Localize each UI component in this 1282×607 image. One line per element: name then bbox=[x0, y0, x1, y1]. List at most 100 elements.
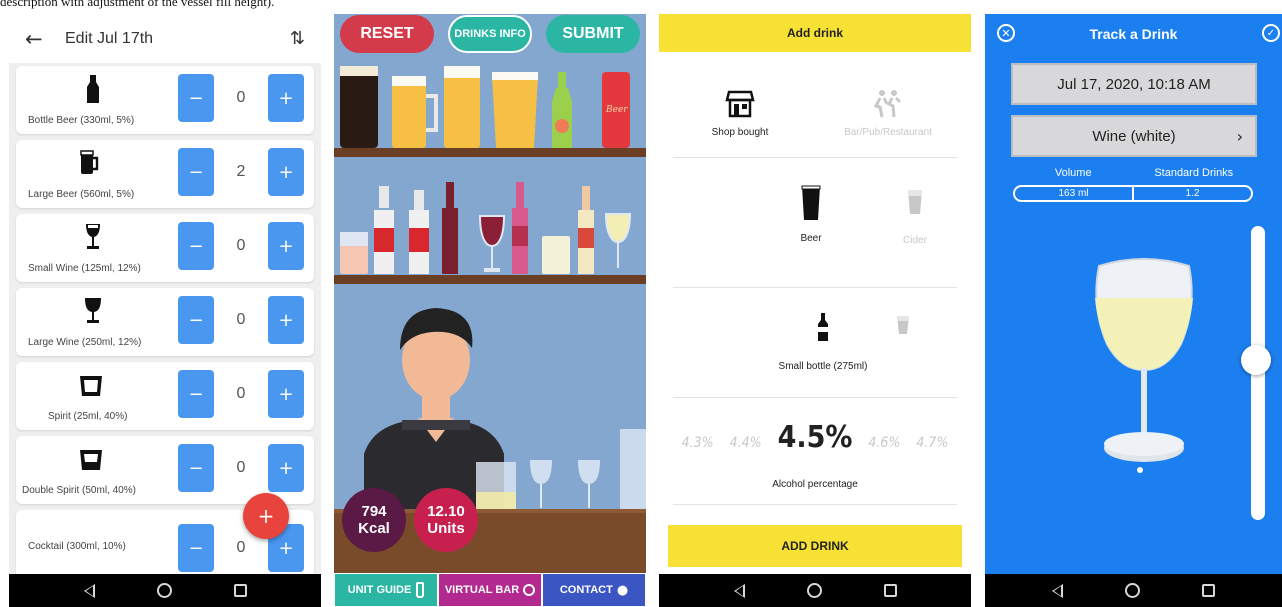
add-drink-fab[interactable]: + bbox=[243, 493, 289, 539]
percentage-option[interactable]: 4.7% bbox=[916, 435, 948, 451]
alcohol-percentage-label: Alcohol percentage bbox=[772, 479, 858, 490]
pint-glass-icon bbox=[801, 185, 821, 220]
virtual-bar-screen: Beer RESET DRINKS INFO SUBMIT 794 Kcal 1… bbox=[334, 14, 646, 607]
back-arrow-icon[interactable]: ← bbox=[25, 27, 65, 51]
wine-glass-fill-illustration[interactable] bbox=[1089, 258, 1199, 470]
percentage-option[interactable]: 4.4% bbox=[730, 435, 762, 451]
nav-recents-icon[interactable] bbox=[1202, 584, 1215, 597]
datetime-field[interactable]: Jul 17, 2020, 10:18 AM bbox=[1011, 63, 1257, 105]
quantity-value: 0 bbox=[236, 237, 246, 254]
drink-name: Large Beer (560ml, 5%) bbox=[28, 189, 135, 200]
percentage-option[interactable]: 4.6% bbox=[868, 435, 900, 451]
plus-button[interactable]: + bbox=[268, 370, 304, 418]
quantity-value: 0 bbox=[236, 459, 246, 476]
volume-label: Volume bbox=[1054, 167, 1092, 179]
drink-name: Bottle Beer (330ml, 5%) bbox=[28, 115, 135, 126]
quantity-stepper: − 0 + bbox=[178, 296, 304, 344]
drink-type-field[interactable]: Wine (white) › bbox=[1011, 115, 1257, 157]
bottle-icon bbox=[87, 75, 99, 103]
minus-button[interactable]: − bbox=[178, 524, 214, 572]
nav-home-icon[interactable] bbox=[156, 583, 172, 598]
glass-option-icon[interactable] bbox=[895, 314, 911, 336]
quantity-value: 2 bbox=[236, 163, 246, 180]
standard-drinks-value: 1.2 bbox=[1185, 188, 1200, 199]
add-drink-button[interactable]: ADD DRINK bbox=[668, 525, 962, 567]
bar-pub-option[interactable]: Bar/Pub/Restaurant bbox=[823, 88, 953, 138]
percentage-option[interactable]: 4.3% bbox=[682, 435, 714, 451]
drink-name: Small Wine (125ml, 12%) bbox=[28, 263, 141, 274]
plus-button[interactable]: + bbox=[268, 148, 304, 196]
edit-header: ← Edit Jul 17th ⇅ bbox=[9, 14, 321, 63]
nav-back-icon[interactable] bbox=[733, 583, 745, 598]
wine-glass-icon bbox=[85, 298, 101, 323]
list-item: Large Wine (250ml, 12%) − 0 + bbox=[16, 288, 314, 356]
nav-recents-icon[interactable] bbox=[233, 584, 247, 597]
plus-button[interactable]: + bbox=[268, 444, 304, 492]
drink-name: Large Wine (250ml, 12%) bbox=[28, 337, 142, 348]
minus-button[interactable]: − bbox=[178, 444, 214, 492]
plus-button[interactable]: + bbox=[268, 222, 304, 270]
divider bbox=[673, 504, 957, 505]
drink-name: Cocktail (300ml, 10%) bbox=[28, 541, 126, 552]
quantity-stepper: − 0 + bbox=[178, 370, 304, 418]
measure-values: 163 ml 1.2 bbox=[1013, 185, 1253, 202]
reset-button[interactable]: RESET bbox=[340, 15, 434, 53]
quantity-stepper: − 0 + bbox=[178, 74, 304, 122]
quantity-stepper: − 2 + bbox=[178, 148, 304, 196]
measure-labels: Volume Standard Drinks bbox=[1013, 167, 1254, 179]
fill-level-slider-handle[interactable] bbox=[1241, 344, 1271, 375]
contact-button[interactable]: CONTACT ● bbox=[542, 573, 646, 607]
small-bottle-option[interactable]: Small bottle (275ml) bbox=[743, 312, 903, 372]
can-label: Beer bbox=[605, 105, 628, 115]
source-section: Shop bought Bar/Pub/Restaurant bbox=[673, 52, 957, 158]
edit-day-screen: ← Edit Jul 17th ⇅ Bottle Beer (330ml, 5%… bbox=[9, 14, 321, 607]
page-title: Track a Drink bbox=[1089, 26, 1178, 42]
plus-button[interactable]: + bbox=[268, 74, 304, 122]
spirit-glass-icon bbox=[80, 376, 102, 396]
minus-button[interactable]: − bbox=[178, 370, 214, 418]
minus-button[interactable]: − bbox=[178, 296, 214, 344]
unit-guide-label: UNIT GUIDE bbox=[347, 584, 412, 596]
list-item: Small Wine (125ml, 12%) − 0 + bbox=[16, 214, 314, 282]
minus-button[interactable]: − bbox=[178, 148, 214, 196]
quantity-value: 0 bbox=[236, 89, 246, 106]
plus-button[interactable]: + bbox=[268, 296, 304, 344]
bartender-icon bbox=[523, 584, 536, 596]
shop-bought-option[interactable]: Shop bought bbox=[695, 88, 785, 138]
kcal-badge: 794 Kcal bbox=[342, 488, 406, 552]
percentage-selected[interactable]: 4.5% bbox=[778, 420, 853, 455]
nav-home-icon[interactable] bbox=[806, 583, 822, 598]
people-dancing-icon bbox=[873, 90, 902, 118]
top-actions: RESET DRINKS INFO SUBMIT bbox=[334, 14, 646, 54]
bar-pub-label: Bar/Pub/Restaurant bbox=[844, 127, 932, 138]
figure-caption: description with adjustment of the vesse… bbox=[0, 0, 275, 9]
nav-back-icon[interactable] bbox=[83, 583, 95, 598]
alcohol-percentage-picker[interactable]: 4.3% 4.4% 4.5% 4.6% 4.7% bbox=[659, 420, 971, 455]
virtual-bar-button[interactable]: VIRTUAL BAR bbox=[438, 573, 542, 607]
add-drink-screen: Add drink Shop bought Bar/Pub/Restaurant… bbox=[659, 14, 971, 607]
track-header: ✕ Track a Drink ✓ bbox=[985, 14, 1282, 54]
wine-glass-icon bbox=[86, 224, 100, 249]
sort-icon[interactable]: ⇅ bbox=[290, 28, 305, 49]
volume-value: 163 ml bbox=[1015, 187, 1134, 200]
minus-button[interactable]: − bbox=[178, 74, 214, 122]
nav-home-icon[interactable] bbox=[1125, 583, 1140, 598]
cider-option[interactable]: Cider bbox=[885, 188, 945, 246]
beer-option[interactable]: Beer bbox=[781, 184, 841, 244]
minus-button[interactable]: − bbox=[178, 222, 214, 270]
check-icon[interactable]: ✓ bbox=[1262, 24, 1280, 42]
units-badge: 12.10 Units bbox=[414, 488, 478, 552]
page-indicator-dot bbox=[1137, 467, 1143, 473]
nav-back-icon[interactable] bbox=[1052, 583, 1063, 598]
unit-guide-button[interactable]: UNIT GUIDE bbox=[334, 573, 438, 607]
drinks-info-button[interactable]: DRINKS INFO bbox=[448, 15, 532, 53]
close-icon[interactable]: ✕ bbox=[997, 24, 1015, 42]
kcal-value: 794 bbox=[361, 502, 387, 520]
nav-recents-icon[interactable] bbox=[883, 584, 897, 597]
quantity-value: 0 bbox=[236, 385, 246, 402]
units-value: 12.10 bbox=[427, 502, 465, 520]
shop-bought-label: Shop bought bbox=[711, 127, 769, 138]
quantity-stepper: − 0 + bbox=[178, 444, 304, 492]
submit-button[interactable]: SUBMIT bbox=[546, 15, 640, 53]
add-drink-header: Add drink bbox=[659, 14, 971, 52]
